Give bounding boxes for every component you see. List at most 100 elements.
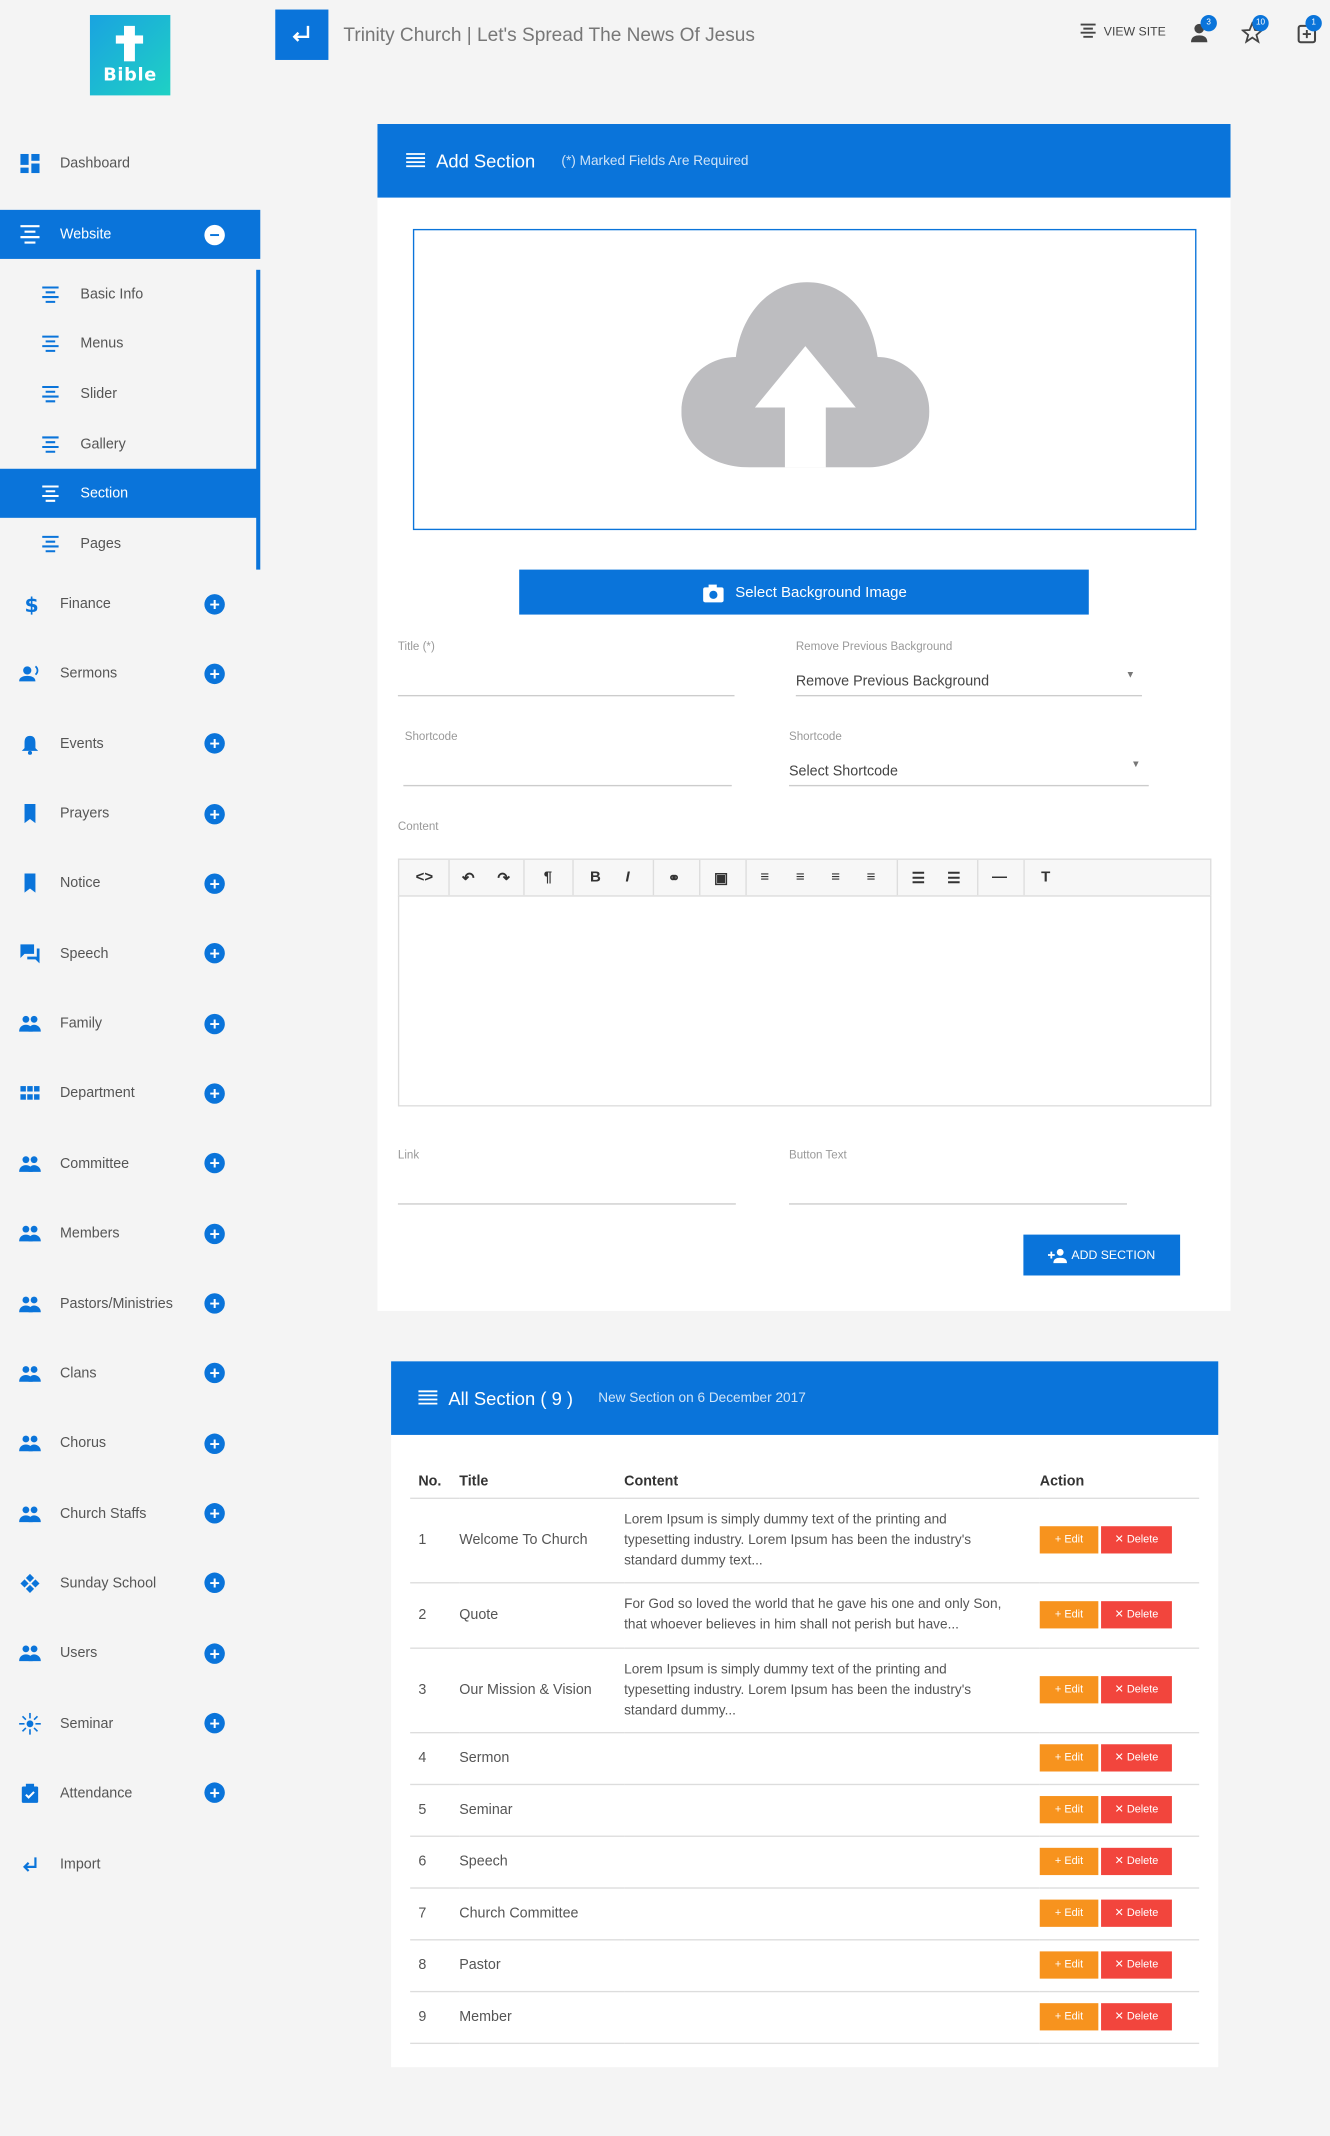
delete-button[interactable]: ✕ Delete: [1101, 1951, 1172, 1979]
edit-button[interactable]: + Edit: [1039, 2003, 1099, 2031]
sidebar-subitem-slider[interactable]: Slider: [0, 369, 258, 418]
edit-button[interactable]: + Edit: [1039, 1899, 1099, 1927]
column-header: No.: [410, 1464, 460, 1499]
sidebar-item-notice[interactable]: Notice +: [0, 859, 260, 908]
sidebar-item-speech[interactable]: Speech +: [0, 929, 260, 978]
sidebar-item-committee[interactable]: Committee +: [0, 1139, 260, 1188]
sidebar-subitem-basic-info[interactable]: Basic Info: [0, 270, 258, 319]
expand-plus-icon[interactable]: +: [204, 1573, 225, 1594]
edit-button[interactable]: + Edit: [1039, 1847, 1099, 1876]
sidebar-item-import[interactable]: Import: [0, 1840, 260, 1889]
expand-plus-icon[interactable]: +: [204, 593, 225, 614]
app-logo[interactable]: Bible: [89, 14, 171, 96]
close-icon: ✕: [1114, 1682, 1127, 1696]
sidebar-subitem-pages[interactable]: Pages: [0, 519, 258, 568]
sidebar-item-prayers[interactable]: Prayers +: [0, 789, 260, 838]
code-view-icon[interactable]: <>: [416, 869, 434, 885]
link-icon[interactable]: ⚭: [668, 869, 681, 887]
sidebar-item-sunday-school[interactable]: Sunday School +: [0, 1559, 260, 1608]
remove-bg-select[interactable]: Remove Previous Background ▼: [795, 662, 1142, 697]
sidebar-item-pastors-ministries[interactable]: Pastors/Ministries +: [0, 1279, 260, 1328]
shortcode-label: Shortcode: [404, 729, 458, 743]
edit-button[interactable]: + Edit: [1039, 1676, 1099, 1704]
select-background-button[interactable]: Select Background Image: [519, 569, 1089, 615]
delete-button[interactable]: ✕ Delete: [1101, 1847, 1172, 1876]
shortcode-input[interactable]: [403, 784, 732, 787]
sidebar-item-chorus[interactable]: Chorus +: [0, 1419, 260, 1468]
shortcode-select[interactable]: Select Shortcode ▼: [789, 752, 1149, 787]
sidebar-item-attendance[interactable]: Attendance +: [0, 1769, 260, 1818]
expand-plus-icon[interactable]: +: [204, 1083, 225, 1104]
bullet-list-icon[interactable]: ☰: [912, 869, 925, 887]
expand-plus-icon[interactable]: +: [204, 1783, 225, 1804]
undo-icon[interactable]: ↶: [462, 869, 475, 887]
sidebar-subitem-section[interactable]: Section: [0, 468, 258, 518]
align-left-icon[interactable]: ≡: [760, 869, 769, 885]
delete-button[interactable]: ✕ Delete: [1101, 2003, 1172, 2031]
expand-plus-icon[interactable]: +: [204, 1223, 225, 1244]
expand-plus-icon[interactable]: +: [204, 1643, 225, 1664]
expand-plus-icon[interactable]: +: [204, 1433, 225, 1454]
sidebar-item-church-staffs[interactable]: Church Staffs +: [0, 1489, 260, 1538]
add-section-button[interactable]: ADD SECTION: [1023, 1234, 1181, 1276]
expand-plus-icon[interactable]: +: [204, 1293, 225, 1314]
sidebar-item-department[interactable]: Department +: [0, 1069, 260, 1118]
align-center-icon[interactable]: ≡: [796, 869, 805, 885]
task-notification-button[interactable]: 1: [1296, 14, 1322, 47]
numbered-list-icon[interactable]: ☰: [947, 869, 960, 887]
close-icon: ✕: [1114, 1854, 1127, 1867]
sidebar-item-dashboard[interactable]: Dashboard: [0, 139, 260, 188]
expand-plus-icon[interactable]: +: [204, 803, 225, 824]
edit-button[interactable]: + Edit: [1039, 1526, 1099, 1554]
expand-plus-icon[interactable]: +: [204, 663, 225, 684]
table-row: 7 Church Committee + Edit ✕ Delete: [410, 1887, 1200, 1940]
edit-button[interactable]: + Edit: [1039, 1951, 1099, 1979]
sidebar-item-users[interactable]: Users +: [0, 1629, 260, 1678]
expand-plus-icon[interactable]: +: [204, 1503, 225, 1524]
expand-plus-icon[interactable]: +: [204, 1713, 225, 1734]
sidebar-item-finance[interactable]: $ Finance +: [0, 579, 260, 628]
expand-plus-icon[interactable]: +: [204, 1153, 225, 1174]
delete-button[interactable]: ✕ Delete: [1101, 1526, 1172, 1554]
delete-button[interactable]: ✕ Delete: [1101, 1796, 1172, 1824]
edit-button[interactable]: + Edit: [1039, 1796, 1099, 1824]
sidebar-subitem-menus[interactable]: Menus: [0, 319, 258, 368]
redo-icon[interactable]: ↷: [497, 869, 510, 887]
image-upload-area[interactable]: [412, 228, 1197, 531]
edit-button[interactable]: + Edit: [1039, 1744, 1099, 1772]
toggle-sidebar-button[interactable]: [275, 9, 329, 60]
sidebar-item-members[interactable]: Members +: [0, 1209, 260, 1258]
bold-icon[interactable]: B: [590, 869, 601, 885]
content-editor[interactable]: [397, 895, 1212, 1107]
button-text-input[interactable]: [789, 1203, 1127, 1205]
sidebar-item-clans[interactable]: Clans +: [0, 1349, 260, 1398]
expand-plus-icon[interactable]: +: [204, 1363, 225, 1384]
delete-button[interactable]: ✕ Delete: [1101, 1676, 1172, 1704]
expand-plus-icon[interactable]: +: [204, 943, 225, 964]
horizontal-rule-icon[interactable]: —: [992, 869, 1007, 885]
user-notification-button[interactable]: 3: [1190, 14, 1217, 47]
delete-button[interactable]: ✕ Delete: [1101, 1899, 1172, 1927]
title-input[interactable]: [397, 694, 735, 697]
align-right-icon[interactable]: ≡: [831, 869, 840, 885]
sidebar-item-family[interactable]: Family +: [0, 999, 260, 1048]
edit-button[interactable]: + Edit: [1039, 1601, 1099, 1629]
link-input[interactable]: [397, 1203, 736, 1205]
sidebar-item-website[interactable]: Website −: [0, 209, 261, 259]
italic-icon[interactable]: I: [625, 869, 629, 885]
expand-plus-icon[interactable]: +: [204, 1013, 225, 1034]
view-site-link[interactable]: VIEW SITE: [1079, 23, 1166, 39]
sidebar-subitem-gallery[interactable]: Gallery: [0, 420, 258, 469]
delete-button[interactable]: ✕ Delete: [1101, 1744, 1172, 1772]
delete-button[interactable]: ✕ Delete: [1101, 1601, 1172, 1629]
image-icon[interactable]: ▣: [714, 869, 728, 887]
sidebar-item-seminar[interactable]: Seminar +: [0, 1699, 260, 1748]
message-notification-button[interactable]: 10: [1241, 14, 1269, 47]
expand-plus-icon[interactable]: +: [204, 873, 225, 894]
clear-format-icon[interactable]: T: [1041, 869, 1050, 885]
sidebar-item-events[interactable]: Events +: [0, 719, 260, 768]
sidebar-item-sermons[interactable]: Sermons +: [0, 649, 260, 698]
expand-plus-icon[interactable]: +: [204, 733, 225, 754]
justify-icon[interactable]: ≡: [867, 869, 876, 885]
paragraph-icon[interactable]: ¶: [544, 869, 552, 885]
